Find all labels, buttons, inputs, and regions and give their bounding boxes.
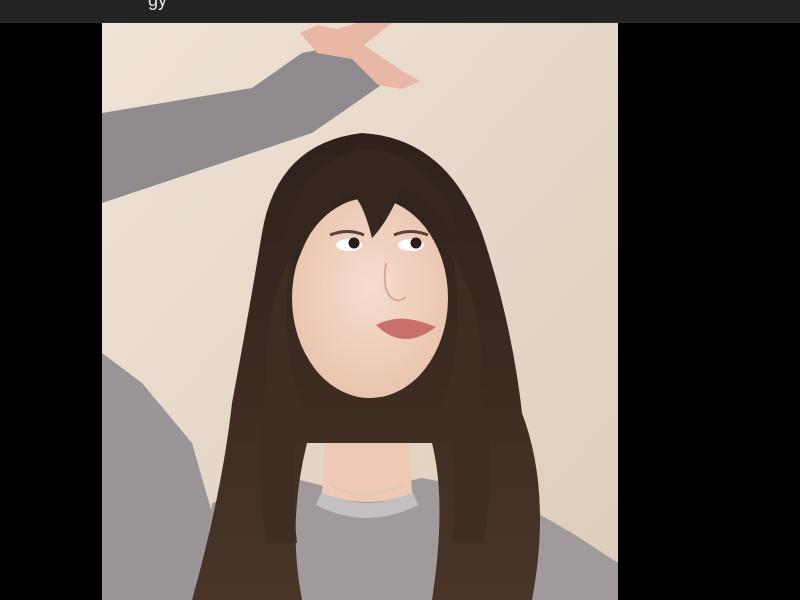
image-canvas <box>0 23 800 600</box>
title-bar: gy <box>0 0 800 23</box>
image-viewer-window: gy <box>0 0 800 600</box>
portrait-illustration <box>102 23 618 600</box>
right-iris <box>410 237 422 249</box>
portrait-photo <box>102 23 618 600</box>
left-iris <box>348 237 360 249</box>
window-title: gy <box>148 0 168 10</box>
